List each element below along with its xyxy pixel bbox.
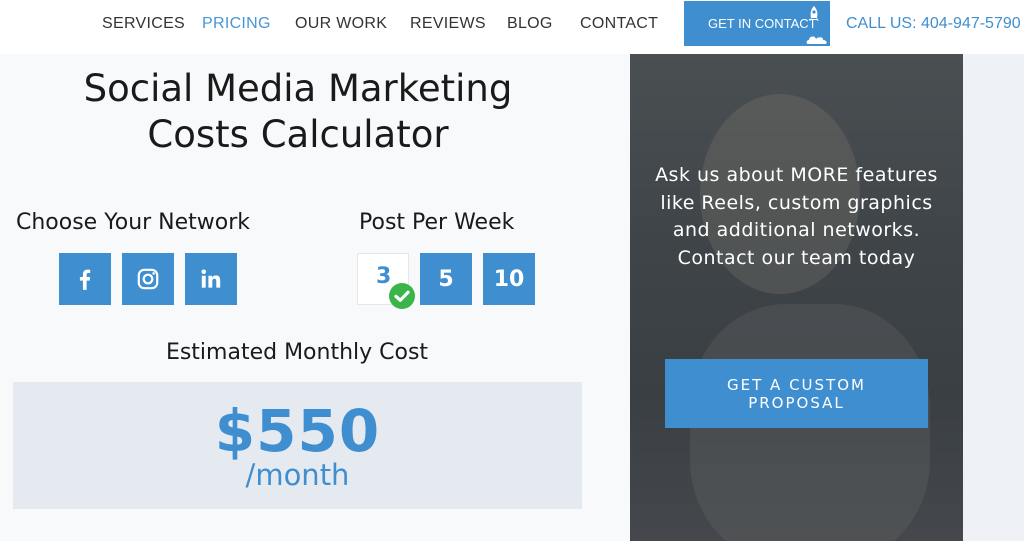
nav-contact[interactable]: CONTACT	[580, 15, 658, 33]
rocket-icon	[809, 6, 819, 21]
nav-pricing[interactable]: PRICING	[202, 15, 271, 33]
posts-option-3[interactable]: 3	[357, 253, 415, 309]
nav-blog[interactable]: BLOG	[507, 15, 553, 33]
nav-our-work[interactable]: OUR WORK	[295, 15, 387, 33]
instagram-icon	[137, 268, 159, 290]
promo-text: Ask us about MORE features like Reels, c…	[655, 164, 938, 269]
call-us-link[interactable]: CALL US: 404-947-5790	[846, 15, 1021, 33]
promo-panel: Ask us about MORE features like Reels, c…	[630, 54, 963, 541]
posts-option-5-label: 5	[438, 266, 454, 292]
page-title-line2: Costs Calculator	[147, 113, 449, 156]
page-title: Social Media Marketing Costs Calculator	[0, 66, 596, 158]
posts-option-10[interactable]: 10	[483, 253, 535, 305]
network-instagram-button[interactable]	[122, 253, 174, 305]
nav-reviews[interactable]: REVIEWS	[410, 15, 486, 33]
page-edge	[963, 54, 1024, 541]
price-box: $550 /month	[13, 382, 582, 509]
posts-option-10-label: 10	[493, 266, 525, 292]
network-linkedin-button[interactable]	[185, 253, 237, 305]
posts-heading: Post Per Week	[359, 210, 515, 235]
page-title-line1: Social Media Marketing	[83, 67, 513, 110]
monthly-price: $550	[214, 397, 381, 465]
linkedin-icon	[201, 269, 221, 288]
estimate-label: Estimated Monthly Cost	[165, 340, 429, 365]
top-nav: SERVICES PRICING OUR WORK REVIEWS BLOG C…	[0, 0, 1024, 50]
network-facebook-button[interactable]	[59, 253, 111, 305]
get-in-contact-button[interactable]: GET IN CONTACT	[684, 1, 830, 46]
cloud-icon	[806, 36, 827, 44]
custom-proposal-button[interactable]: GET A CUSTOM PROPOSAL	[665, 359, 928, 428]
posts-option-5[interactable]: 5	[420, 253, 472, 305]
price-period: /month	[245, 458, 350, 492]
get-in-contact-label: GET IN CONTACT	[708, 16, 817, 31]
facebook-icon	[79, 269, 91, 290]
check-icon	[389, 283, 415, 309]
nav-services[interactable]: SERVICES	[102, 15, 185, 33]
network-heading: Choose Your Network	[16, 210, 251, 235]
